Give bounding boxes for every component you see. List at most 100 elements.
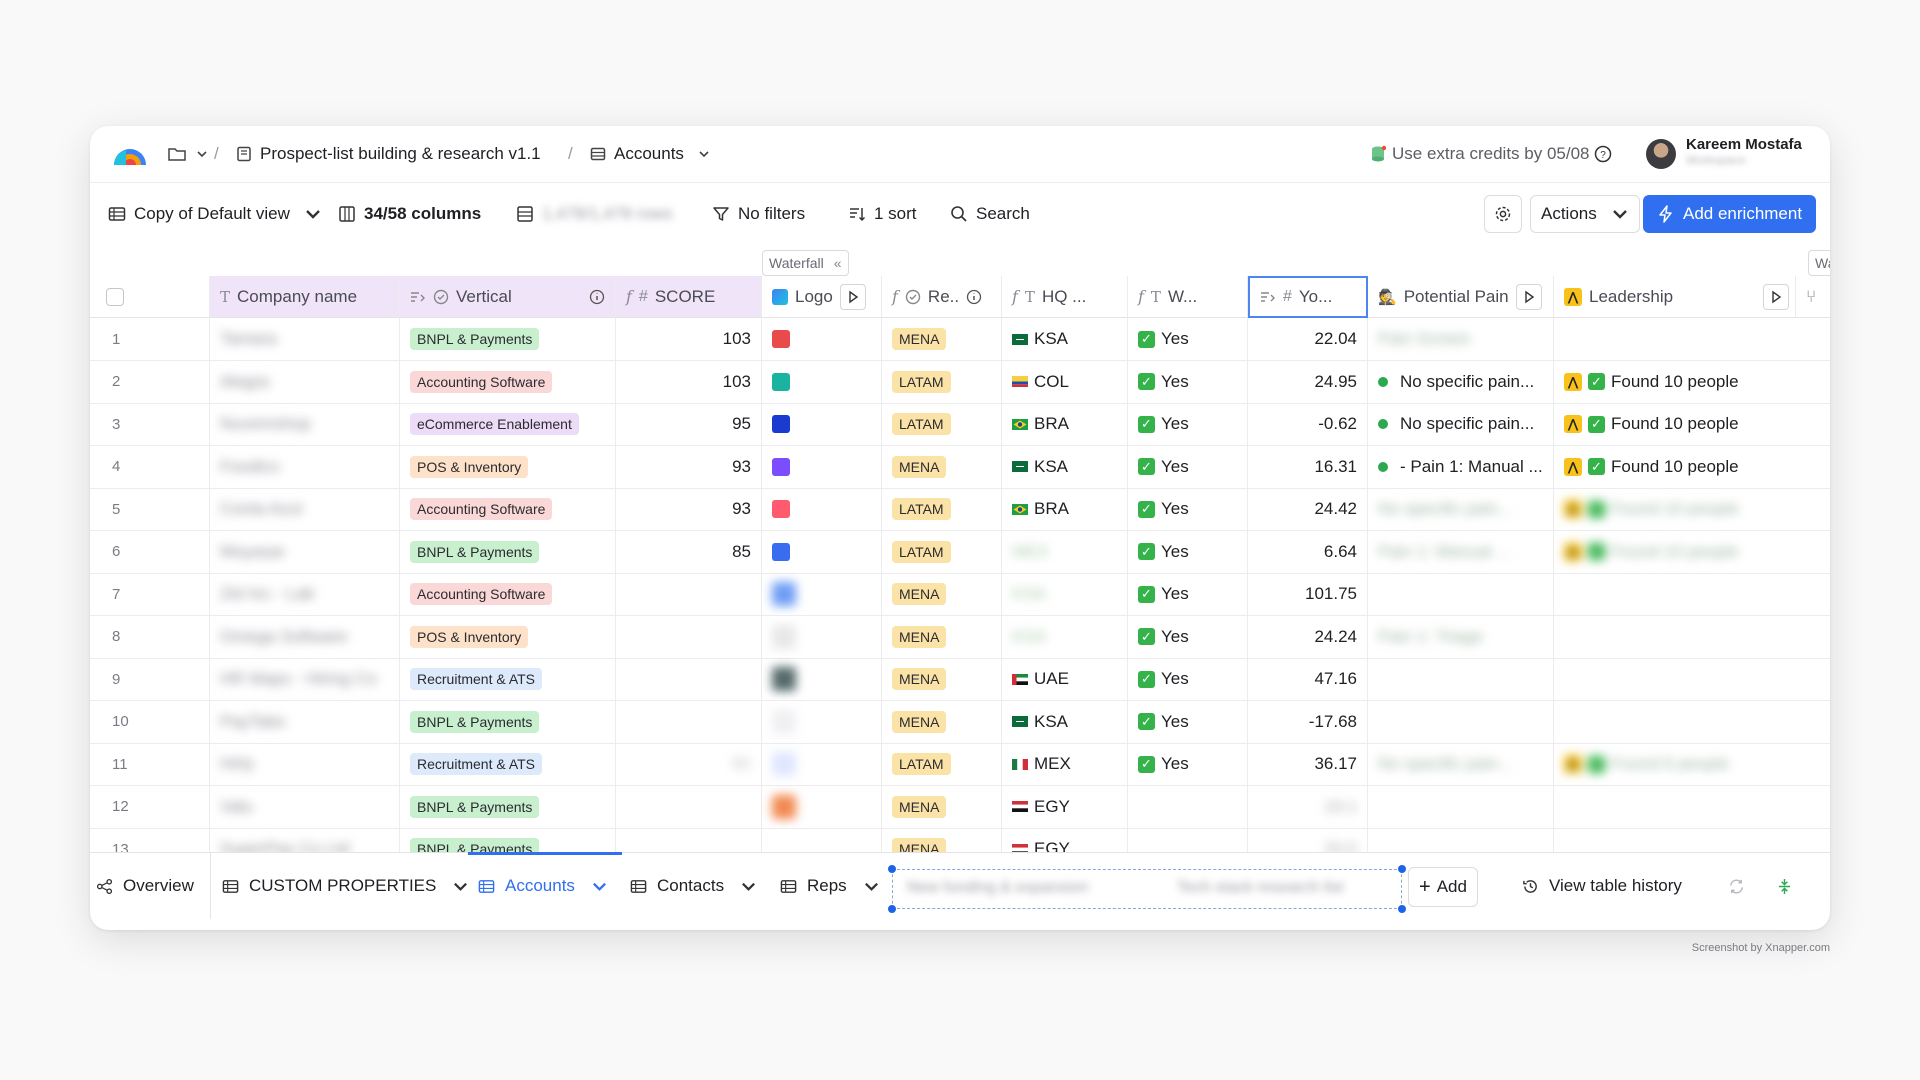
cell-leadership[interactable]: ⋀ ✓ Found 10 people [1554,531,1796,573]
cell-w[interactable]: ✓ Yes [1128,573,1248,615]
cell-logo[interactable] [762,828,882,852]
cell-w[interactable]: ✓ Yes [1128,360,1248,403]
column-header-overflow[interactable]: ⑂ [1796,276,1830,318]
cell-potential-pain[interactable]: No specific pain... [1368,743,1554,785]
column-header-region[interactable]: f Re.. [882,276,1002,318]
tab-hidden-1[interactable]: New funding & expansion [907,879,1088,897]
help-button[interactable]: ? [1594,126,1612,182]
cell-vertical[interactable]: BNPL & Payments [400,318,616,360]
cell-logo[interactable] [762,360,882,403]
tab-overview[interactable]: Overview [96,853,194,919]
view-selector[interactable]: Copy of Default view [108,182,322,246]
cell-company-name[interactable]: Omega Software [210,615,400,658]
tab-contacts[interactable]: Contacts [630,853,757,919]
cell-company-name[interactable]: Valu [210,785,400,828]
cell-region[interactable]: LATAM [882,360,1002,403]
row-number[interactable]: 4 [90,445,210,488]
cell-yo[interactable]: -0.62 [1248,403,1368,445]
cell-leadership[interactable]: ⋀ ✓ Found 10 people [1554,403,1796,445]
row-number[interactable]: 10 [90,700,210,743]
row-number[interactable]: 3 [90,403,210,445]
column-header-leadership[interactable]: ⋀ Leadership [1554,276,1796,318]
cell-w[interactable]: ✓ Yes [1128,318,1248,360]
cell-yo[interactable]: 22.04 [1248,318,1368,360]
row-number[interactable]: 13 [90,828,210,852]
tab-accounts[interactable]: Accounts [478,853,608,919]
cell-vertical[interactable]: eCommerce Enablement [400,403,616,445]
cell-company-name[interactable]: HR Maps - Hiring Co [210,658,400,700]
cell-score[interactable] [616,700,762,743]
cell-logo[interactable] [762,658,882,700]
breadcrumb-workbook[interactable]: Prospect-list building & research v1.1 [236,126,541,182]
sort-button[interactable]: 1 sort [848,182,917,246]
column-header-score[interactable]: f # SCORE [616,276,762,318]
folder-dropdown[interactable] [168,126,208,182]
select-all-checkbox[interactable] [106,287,124,306]
table-row[interactable]: 11 Hirly Recruitment & ATS 80 LATAM MEX ✓ Yes 36… [90,743,1830,786]
cell-hq[interactable]: UAE [1002,658,1128,700]
table-row[interactable]: 4 Foodics POS & Inventory 93 MENA KSA ✓ Yes 16.3… [90,445,1830,489]
cell-w[interactable] [1128,828,1248,852]
cell-vertical[interactable]: BNPL & Payments [400,700,616,743]
waterfall-group-tag[interactable]: Waterfall « [762,250,849,276]
cell-yo[interactable]: 24.95 [1248,360,1368,403]
add-enrichment-button[interactable]: Add enrichment [1643,195,1817,233]
cell-logo[interactable] [762,318,882,360]
cell-region[interactable]: MENA [882,615,1002,658]
cell-hq[interactable]: MEX [1002,530,1128,573]
cell-leadership[interactable]: ⋀ ✓ Found 10 people [1554,361,1796,403]
column-header-w[interactable]: f T W... [1128,276,1248,318]
table-row[interactable]: 10 PayTabs BNPL & Payments MENA KSA ✓ Yes -17.6… [90,700,1830,744]
cell-region[interactable]: LATAM [882,743,1002,785]
cell-w[interactable]: ✓ Yes [1128,488,1248,530]
cell-logo[interactable] [762,785,882,828]
info-icon[interactable] [589,289,605,305]
cell-w[interactable]: ✓ Yes [1128,403,1248,445]
table-row[interactable]: 12 Valu BNPL & Payments MENA EGY 19.1 [90,785,1830,829]
cell-potential-pain[interactable] [1368,658,1554,700]
cell-vertical[interactable]: Accounting Software [400,573,616,615]
cell-potential-pain[interactable] [1368,828,1554,852]
cell-score[interactable] [616,828,762,852]
table-row[interactable]: 2 Alegra Accounting Software 103 LATAM COL ✓ Ye… [90,360,1830,404]
table-row[interactable]: 1 Tamara BNPL & Payments 103 MENA KSA ✓ Yes 22.0… [90,318,1830,361]
cell-potential-pain[interactable] [1368,700,1554,743]
cell-vertical[interactable]: BNPL & Payments [400,530,616,573]
cell-w[interactable]: ✓ Yes [1128,743,1248,785]
user-menu[interactable]: Kareem Mostafa Workspace [1646,126,1802,182]
refresh-button[interactable] [1728,853,1745,919]
cell-company-name[interactable]: Alegra [210,360,400,403]
row-number[interactable]: 7 [90,573,210,615]
cell-potential-pain[interactable]: No specific pain... [1368,360,1554,403]
cell-yo[interactable]: 24.24 [1248,615,1368,658]
info-icon[interactable] [966,289,982,305]
cell-potential-pain[interactable]: Pain 1: Manual ... [1368,530,1554,573]
cell-yo[interactable]: 47.16 [1248,658,1368,700]
cell-score[interactable] [616,658,762,700]
cell-leadership[interactable] [1554,786,1796,828]
collapse-left-icon[interactable]: « [834,255,842,271]
cell-hq[interactable]: MEX [1002,743,1128,785]
cell-yo[interactable]: 16.31 [1248,445,1368,488]
table-row[interactable]: 7 Zid Inc - Lab Accounting Software MENA KSA… [90,573,1830,616]
cell-vertical[interactable]: POS & Inventory [400,445,616,488]
cell-logo[interactable] [762,700,882,743]
tab-reps[interactable]: Reps [780,853,880,919]
cell-yo[interactable]: -17.68 [1248,700,1368,743]
table-row[interactable]: 8 Omega Software POS & Inventory MENA KSA ✓ Ye… [90,615,1830,659]
cell-leadership[interactable] [1554,701,1796,743]
cell-w[interactable]: ✓ Yes [1128,700,1248,743]
column-header-potential-pain[interactable]: 🕵 Potential Pain [1368,276,1554,318]
cell-region[interactable]: LATAM [882,403,1002,445]
cell-region[interactable]: MENA [882,658,1002,700]
search-button[interactable]: Search [950,182,1030,246]
cell-leadership[interactable]: ⋀ ✓ Found 10 people [1554,446,1796,488]
run-column-button[interactable] [1515,283,1542,310]
cell-company-name[interactable]: SuperPay Co Ltd [210,828,400,852]
cell-hq[interactable]: KSA [1002,573,1128,615]
cell-w[interactable]: ✓ Yes [1128,658,1248,700]
cell-company-name[interactable]: Moyasar [210,530,400,573]
cell-score[interactable] [616,785,762,828]
cell-potential-pain[interactable]: No specific pain... [1368,488,1554,530]
cell-score[interactable]: 80 [616,743,762,785]
